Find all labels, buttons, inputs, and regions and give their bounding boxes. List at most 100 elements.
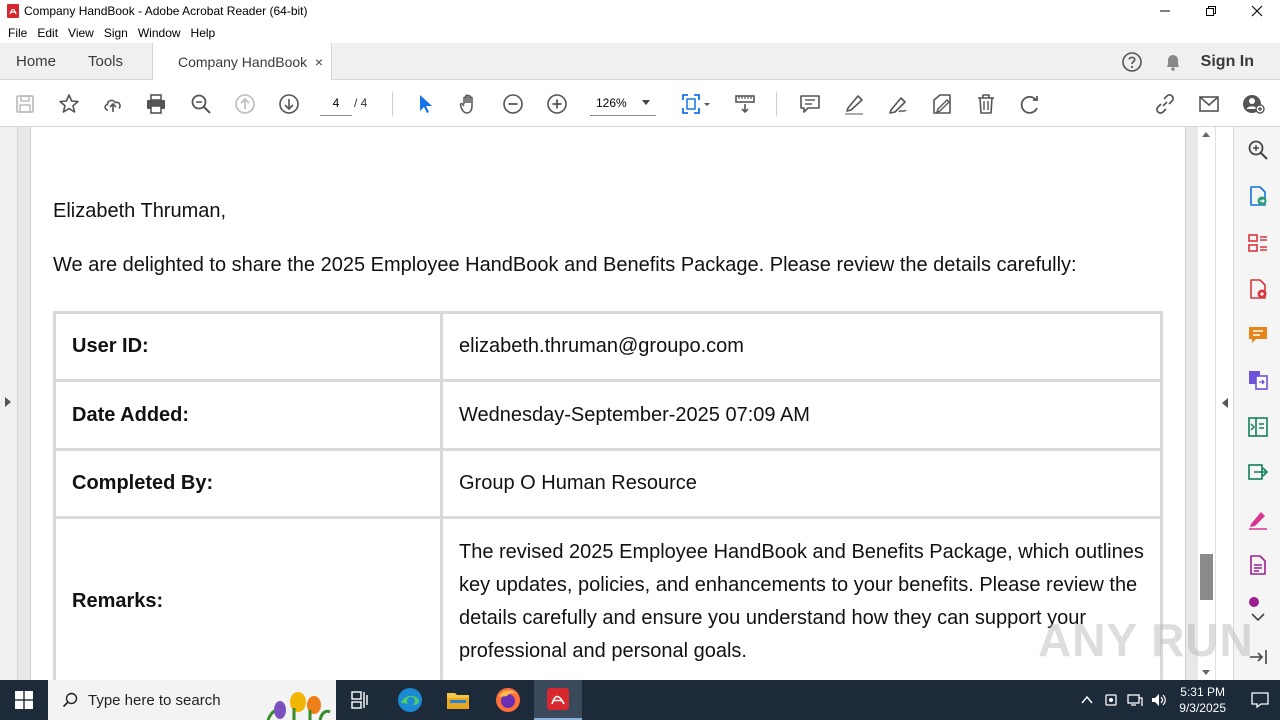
close-tab-icon[interactable]: × [315, 54, 323, 70]
zoom-out-icon[interactable] [500, 91, 526, 117]
scrollbar-thumb[interactable] [1200, 554, 1213, 600]
acrobat-taskbar-icon[interactable] [534, 680, 582, 720]
row-value-date-added: Wednesday-September-2025 07:09 AM [440, 379, 1163, 451]
row-label-remarks: Remarks: [53, 516, 443, 680]
acrobat-window: Company HandBook - Adobe Acrobat Reader … [0, 0, 1280, 720]
print-icon[interactable] [143, 91, 169, 117]
chevron-up-icon[interactable] [1075, 680, 1099, 720]
watermark: ANY RUN [1038, 614, 1254, 666]
email-icon[interactable] [1196, 91, 1222, 117]
letter-greeting: Elizabeth Thruman, [53, 200, 227, 222]
clock-time: 5:31 PM [1180, 685, 1225, 699]
taskbar-clock[interactable]: 5:31 PM 9/3/2025 [1179, 684, 1226, 716]
tab-bar: Home Tools Company HandBook × Sign In [0, 43, 1280, 81]
search-placeholder: Type here to search [88, 691, 221, 709]
comment-icon[interactable] [797, 91, 823, 117]
toolbar-divider [392, 92, 393, 116]
vertical-scrollbar[interactable] [1198, 127, 1215, 680]
left-pane-toggle[interactable] [0, 127, 18, 680]
menu-window[interactable]: Window [133, 26, 186, 40]
menu-file[interactable]: File [3, 26, 32, 40]
draw-sign-icon[interactable] [885, 91, 911, 117]
sign-in-button[interactable]: Sign In [1201, 53, 1254, 71]
menu-edit[interactable]: Edit [32, 26, 63, 40]
firefox-icon[interactable] [484, 680, 532, 720]
edit-document-icon[interactable] [1246, 553, 1270, 577]
edge-browser-icon[interactable] [386, 680, 434, 720]
page-total: / 4 [354, 96, 368, 110]
previous-page-icon[interactable] [232, 91, 258, 117]
collapse-left-arrow-icon [1222, 398, 1228, 408]
acrobat-logo-icon [6, 4, 20, 18]
share-user-icon[interactable] [1240, 91, 1266, 117]
compress-pdf-icon[interactable] [1246, 415, 1270, 439]
network-device-icon[interactable] [1099, 680, 1123, 720]
fill-sign-icon[interactable] [1246, 507, 1270, 531]
notifications-bell-icon[interactable] [1163, 52, 1183, 72]
toolbar-divider [776, 92, 777, 116]
table-row: User ID: elizabeth.thruman@groupo.com [53, 311, 1163, 382]
scroll-down-arrow-icon[interactable] [1202, 670, 1210, 675]
close-window-icon[interactable] [1234, 0, 1280, 22]
title-bar: Company HandBook - Adobe Acrobat Reader … [0, 0, 1280, 22]
rotate-icon[interactable] [1017, 91, 1043, 117]
tab-document[interactable]: Company HandBook × [152, 43, 332, 81]
window-controls [1142, 0, 1280, 22]
help-icon[interactable] [1121, 51, 1143, 73]
file-explorer-icon[interactable] [434, 680, 482, 720]
organize-pages-icon[interactable] [1246, 231, 1270, 255]
share-link-icon[interactable] [1152, 91, 1178, 117]
zoom-level-value: 126% [596, 95, 627, 110]
row-value-user-id: elizabeth.thruman@groupo.com [440, 311, 1163, 382]
expand-right-arrow-icon [5, 397, 11, 407]
comment-pane-icon[interactable] [1246, 323, 1270, 347]
menu-help[interactable]: Help [186, 26, 221, 40]
network-icon[interactable] [1123, 680, 1147, 720]
restore-icon[interactable] [1188, 0, 1234, 22]
delete-trash-icon[interactable] [973, 91, 999, 117]
row-label-completed-by: Completed By: [53, 448, 443, 519]
create-pdf-icon[interactable] [1246, 277, 1270, 301]
volume-icon[interactable] [1147, 680, 1171, 720]
taskbar-search-box[interactable]: Type here to search [48, 680, 336, 720]
export-pdf-icon[interactable] [1246, 184, 1270, 208]
row-label-user-id: User ID: [53, 311, 443, 382]
right-pane-toggle[interactable] [1215, 127, 1233, 680]
notification-center-icon[interactable] [1240, 680, 1280, 720]
document-viewport[interactable]: Elizabeth Thruman, We are delighted to s… [0, 127, 1233, 680]
letter-intro: We are delighted to share the 2025 Emplo… [53, 254, 1077, 276]
task-view-icon[interactable] [336, 680, 384, 720]
select-cursor-icon[interactable] [412, 91, 438, 117]
menu-view[interactable]: View [63, 26, 99, 40]
highlight-pen-icon[interactable] [841, 91, 867, 117]
zoom-level-select[interactable]: 126% [590, 90, 656, 116]
menu-sign[interactable]: Sign [99, 26, 133, 40]
minimize-icon[interactable] [1142, 0, 1188, 22]
window-title: Company HandBook - Adobe Acrobat Reader … [24, 4, 308, 18]
edit-pdf-icon[interactable] [929, 91, 955, 117]
menu-bar: File Edit View Sign Window Help [0, 22, 1280, 43]
upload-cloud-icon[interactable] [100, 91, 126, 117]
more-tools-icon[interactable] [1246, 593, 1270, 607]
tab-tools[interactable]: Tools [88, 43, 123, 80]
scroll-up-arrow-icon[interactable] [1202, 132, 1210, 137]
save-icon[interactable] [12, 91, 38, 117]
chevron-down-icon [642, 100, 650, 105]
bookmark-star-icon[interactable] [56, 91, 82, 117]
combine-files-icon[interactable] [1246, 368, 1270, 392]
clock-date: 9/3/2025 [1179, 701, 1226, 715]
next-page-icon[interactable] [276, 91, 302, 117]
zoom-in-icon[interactable] [544, 91, 570, 117]
table-row: Remarks: The revised 2025 Employee HandB… [53, 516, 1163, 680]
search-zoom-icon[interactable] [1246, 138, 1270, 162]
fit-page-icon[interactable] [678, 91, 714, 117]
windows-start-icon[interactable] [0, 680, 48, 720]
send-for-review-icon[interactable] [1246, 460, 1270, 484]
tab-home[interactable]: Home [16, 43, 56, 80]
tab-document-label: Company HandBook [178, 54, 308, 70]
table-row: Date Added: Wednesday-September-2025 07:… [53, 379, 1163, 451]
scroll-mode-icon[interactable] [732, 91, 758, 117]
page-number-input[interactable]: 4 [320, 90, 352, 116]
hand-tool-icon[interactable] [456, 91, 482, 117]
zoom-search-icon[interactable] [188, 91, 214, 117]
